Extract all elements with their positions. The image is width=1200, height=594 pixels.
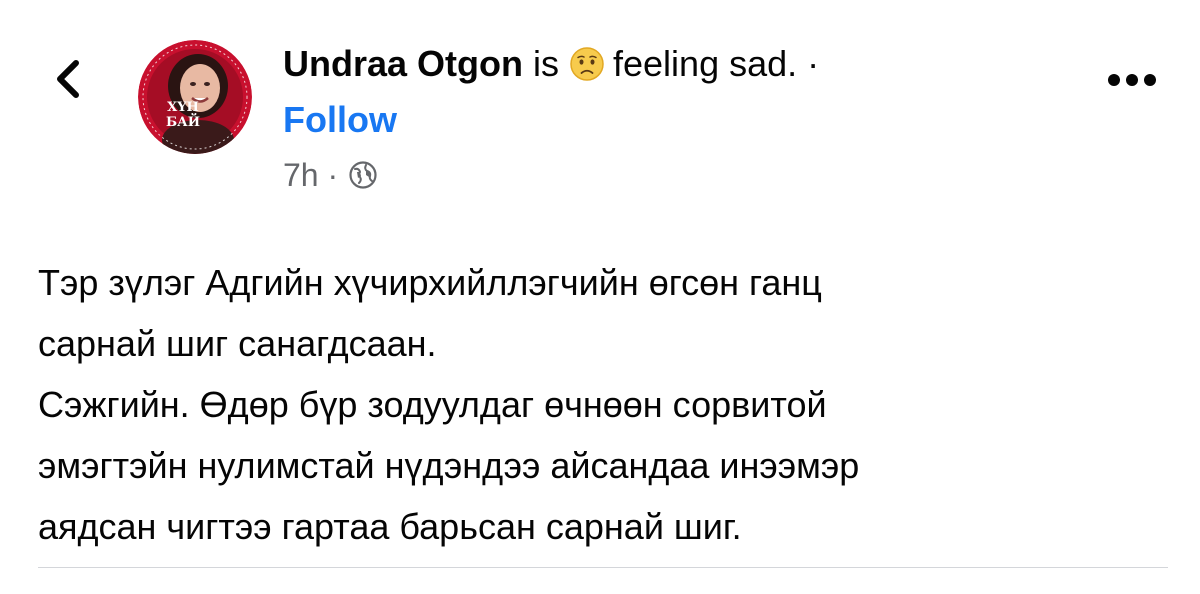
author-name[interactable]: Undraa Otgon: [283, 42, 523, 86]
sad-face-icon: [570, 47, 604, 81]
back-button[interactable]: [44, 55, 92, 103]
post-body: Тэр зүлэг Адгийн хүчирхийллэгчийн өгсөн …: [38, 252, 1158, 557]
meta-separator: ·: [327, 157, 339, 193]
more-dots-icon: [1108, 74, 1156, 86]
post-paragraph: Тэр зүлэг Адгийн хүчирхийллэгчийн өгсөн …: [38, 262, 822, 364]
status-verb: is: [533, 43, 560, 84]
post-card: ХҮН БАЙ Undraa Otgon is feeling sad. · F…: [0, 0, 1200, 594]
feeling-text: feeling sad.: [613, 43, 798, 84]
follow-button[interactable]: Follow: [283, 98, 397, 142]
globe-icon[interactable]: [348, 160, 378, 190]
post-meta: 7h ·: [283, 153, 378, 197]
more-options-button[interactable]: [1100, 60, 1164, 100]
avatar-image: [138, 40, 252, 154]
header-separator: ·: [807, 43, 820, 84]
post-timestamp[interactable]: 7h: [283, 153, 319, 197]
author-line: Undraa Otgon is feeling sad. ·: [283, 42, 819, 86]
post-paragraph: Сэжгийн. Өдөр бүр зодуулдаг өчнөөн сорви…: [38, 384, 860, 547]
avatar-caption: ХҮН БАЙ: [166, 100, 200, 130]
avatar[interactable]: ХҮН БАЙ: [138, 40, 252, 154]
divider: [38, 567, 1168, 568]
chevron-left-icon: [57, 60, 79, 98]
